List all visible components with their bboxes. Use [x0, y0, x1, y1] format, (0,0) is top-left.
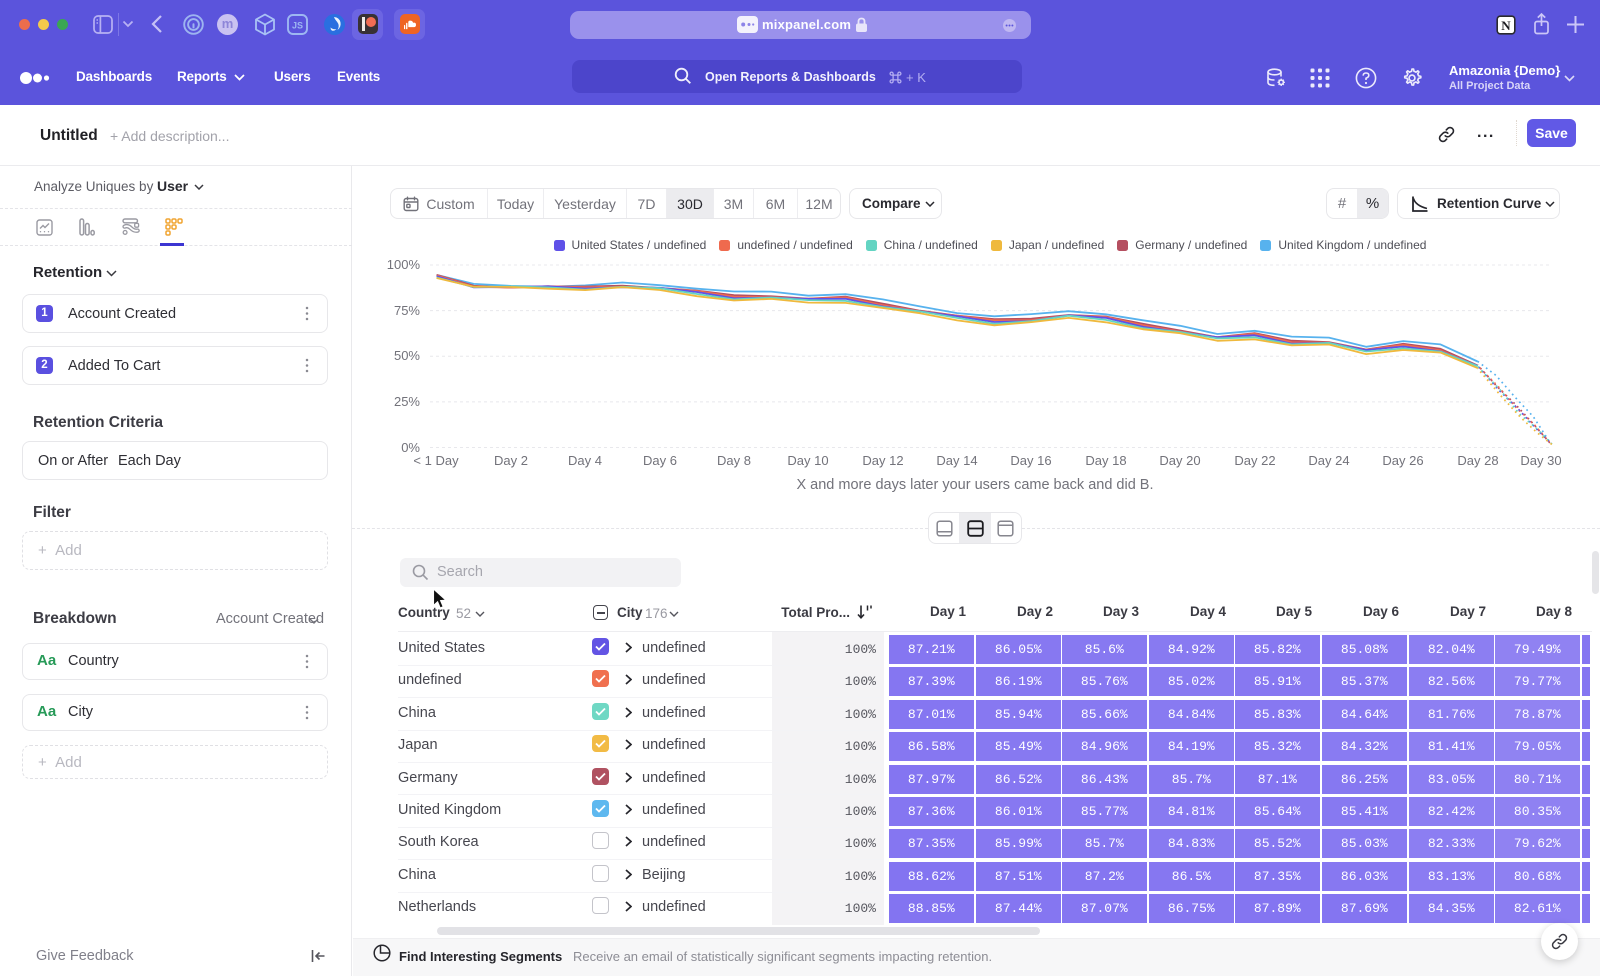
svg-text:N: N — [1501, 18, 1511, 33]
svg-text:JS: JS — [292, 21, 303, 31]
